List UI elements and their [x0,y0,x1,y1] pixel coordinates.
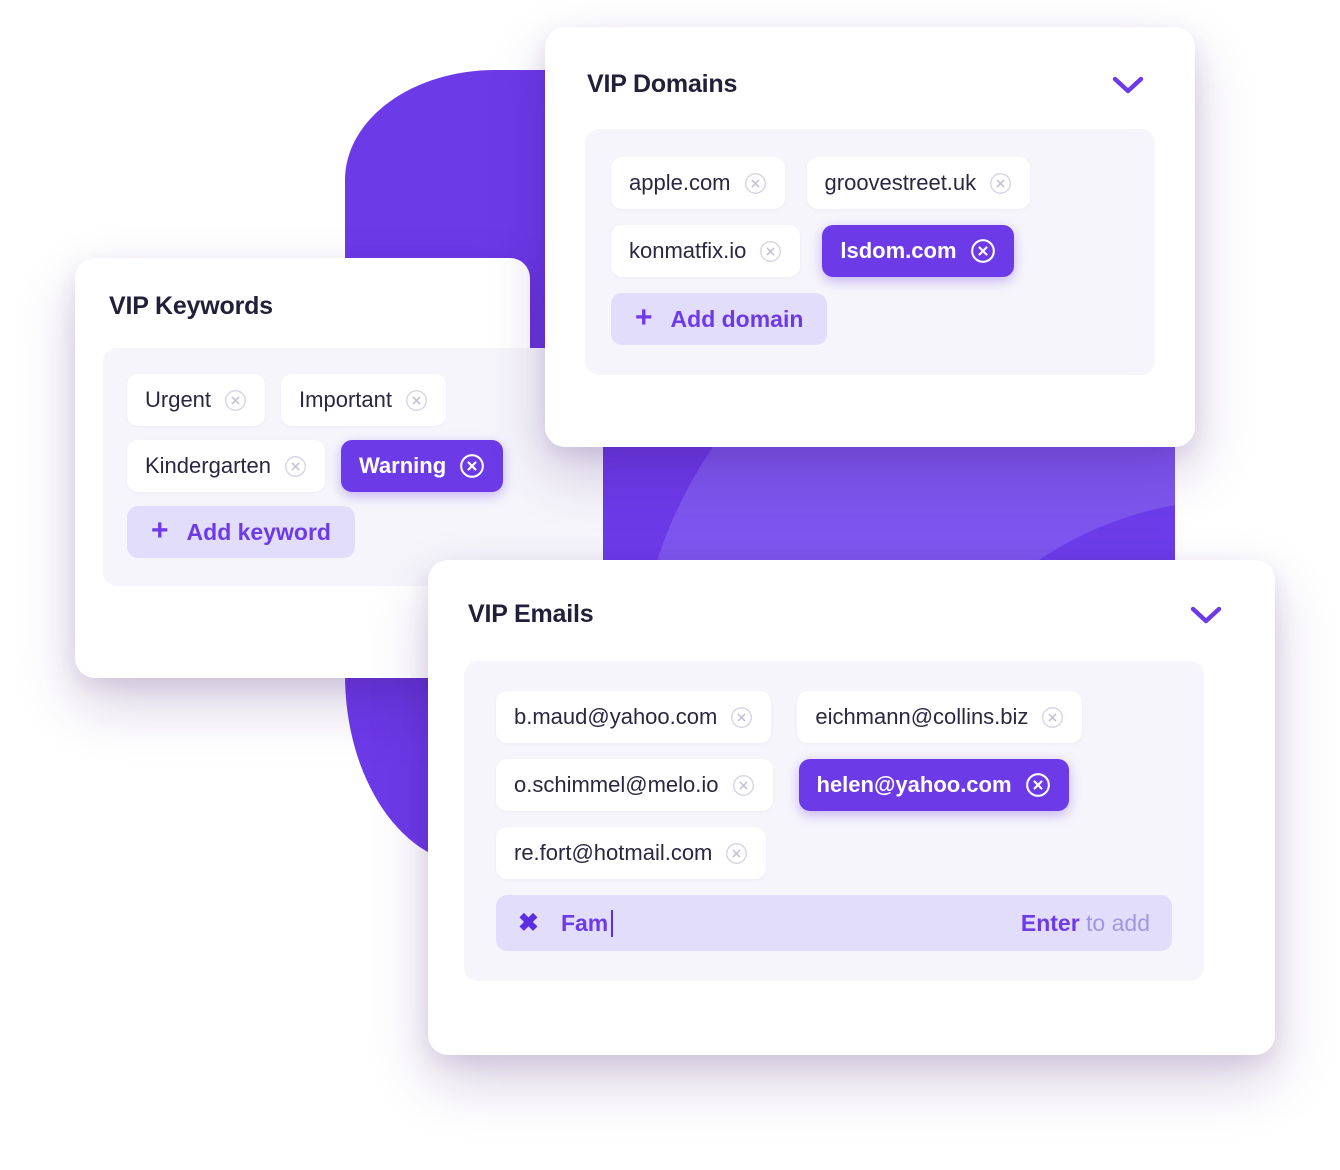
chip-label: groovestreet.uk [824,170,977,195]
vip-emails-card: VIP Emails b.maud@yahoo.com eichmann@col… [428,560,1275,1055]
chip-label: re.fort@hotmail.com [514,840,713,865]
vip-emails-title: VIP Emails [468,600,594,628]
chip-label: Important [299,387,392,412]
email-chip[interactable]: eichmann@collins.biz [797,691,1083,743]
add-keyword-label: Add keyword [186,518,331,545]
chevron-down-icon[interactable] [1189,604,1223,626]
remove-chip-icon[interactable] [459,453,485,479]
chip-label: apple.com [629,170,731,195]
chip-label: Warning [358,453,447,478]
domain-chip-selected[interactable]: lsdom.com [822,225,1014,277]
vip-keywords-panel: Urgent Important Kindergarten Warning + … [103,348,603,586]
vip-domains-panel: apple.com groovestreet.uk konmatfix.io l… [585,129,1155,375]
vip-domains-header: VIP Domains [545,27,1195,99]
domain-chip[interactable]: konmatfix.io [611,225,801,277]
remove-chip-icon[interactable] [970,238,996,264]
remove-chip-icon[interactable] [284,455,307,478]
vip-emails-header: VIP Emails [428,560,1275,629]
chip-label: b.maud@yahoo.com [514,704,718,729]
vip-domains-title: VIP Domains [587,70,738,98]
vip-emails-panel: b.maud@yahoo.com eichmann@collins.biz o.… [464,661,1204,981]
chip-label: Kindergarten [145,453,271,478]
keyword-chip[interactable]: Urgent [127,374,266,426]
domain-chip[interactable]: groovestreet.uk [806,157,1031,209]
plus-icon: + [635,300,653,334]
text-caret [611,909,614,937]
remove-chip-icon[interactable] [759,240,782,263]
remove-chip-icon[interactable] [1025,772,1051,798]
remove-chip-icon[interactable] [405,389,428,412]
screenshot-root: VIP Keywords Urgent Important Kindergart… [0,0,1340,1170]
remove-chip-icon[interactable] [1041,706,1064,729]
add-email-input[interactable]: Fam [560,909,614,937]
email-chip[interactable]: b.maud@yahoo.com [496,691,772,743]
keyword-chip-selected[interactable]: Warning [340,440,504,492]
add-domain-button[interactable]: + Add domain [611,293,828,345]
keyword-chip[interactable]: Important [281,374,446,426]
vip-keywords-header: VIP Keywords [75,258,530,321]
chip-label: eichmann@collins.biz [815,704,1029,729]
chevron-down-icon[interactable] [1111,74,1145,96]
remove-chip-icon[interactable] [989,172,1012,195]
remove-chip-icon[interactable] [744,172,767,195]
add-email-input-value: Fam [560,909,609,936]
chip-label: helen@yahoo.com [816,772,1012,797]
email-chip[interactable]: o.schimmel@melo.io [496,759,773,811]
to-add-label: to add [1079,909,1150,936]
add-email-input-row[interactable]: ✖ Fam Enter to add [496,895,1172,951]
keyword-chip[interactable]: Kindergarten [127,440,325,492]
add-keyword-button[interactable]: + Add keyword [127,506,355,558]
plus-icon: + [151,513,169,547]
vip-keywords-title: VIP Keywords [109,292,273,320]
remove-chip-icon[interactable] [725,842,748,865]
email-chip-selected[interactable]: helen@yahoo.com [798,759,1069,811]
close-x-icon[interactable]: ✖ [518,910,539,936]
remove-chip-icon[interactable] [730,706,753,729]
email-chip[interactable]: re.fort@hotmail.com [496,827,767,879]
chip-label: lsdom.com [840,238,957,263]
chip-label: konmatfix.io [629,238,747,263]
chip-label: Urgent [145,387,212,412]
chip-label: o.schimmel@melo.io [514,772,719,797]
enter-to-add-hint: Enter to add [1021,910,1150,937]
add-email-entry-wrapper: ✖ Fam Enter to add [496,895,1172,951]
domain-chip[interactable]: apple.com [611,157,785,209]
add-domain-label: Add domain [670,305,804,332]
remove-chip-icon[interactable] [732,774,755,797]
enter-key-label: Enter [1020,909,1080,936]
vip-domains-card: VIP Domains apple.com groovestreet.uk ko… [545,27,1195,447]
remove-chip-icon[interactable] [224,389,247,412]
